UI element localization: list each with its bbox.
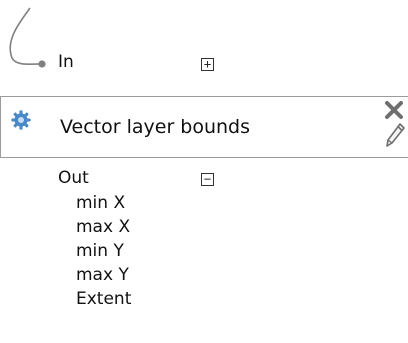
connection-line	[9, 7, 46, 68]
close-icon[interactable]	[383, 99, 405, 121]
output-list: min X max X min Y max Y Extent	[76, 191, 131, 311]
output-item: max X	[76, 217, 131, 237]
output-item: Extent	[76, 289, 132, 309]
algorithm-node[interactable]: Vector layer bounds	[0, 96, 408, 158]
output-item: min Y	[76, 241, 124, 261]
expand-inputs-toggle[interactable]: +	[201, 58, 214, 71]
collapse-outputs-toggle[interactable]: −	[201, 173, 214, 186]
pencil-icon[interactable]	[384, 121, 406, 149]
output-port-label: Out	[58, 168, 89, 188]
gear-icon	[11, 110, 31, 130]
output-item: min X	[76, 193, 126, 213]
algorithm-title: Vector layer bounds	[60, 116, 251, 138]
output-item: max Y	[76, 265, 129, 285]
input-port-label: In	[58, 52, 74, 72]
